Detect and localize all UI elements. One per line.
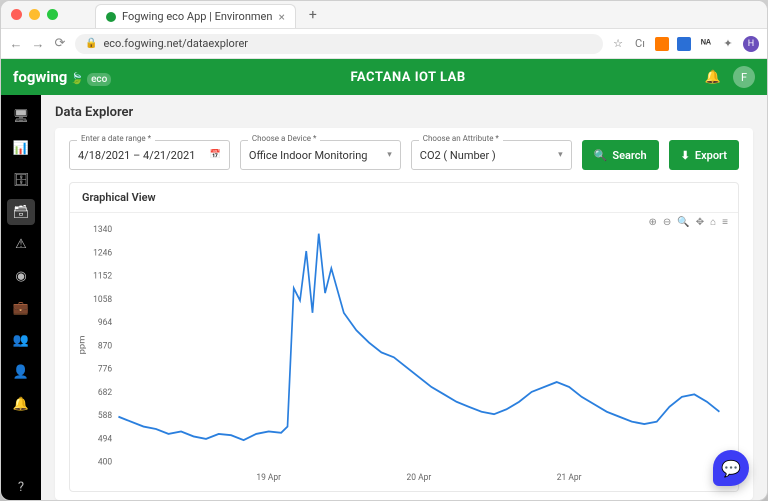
svg-text:1058: 1058 [93, 295, 112, 306]
sidebar-item-help[interactable]: ? [7, 474, 35, 500]
chart-tool-menu-icon[interactable]: ≡ [722, 217, 728, 228]
attribute-label: Choose an Attribute * [419, 134, 503, 143]
device-field[interactable]: Choose a Device * Office Indoor Monitori… [240, 140, 401, 170]
chart-tool-plus-icon[interactable]: ⊕ [648, 217, 656, 228]
tab-title: Fogwing eco App | Environmen [122, 10, 272, 23]
minimize-window-button[interactable] [29, 9, 40, 20]
sidebar-item-alerts[interactable]: ⚠ [7, 231, 35, 257]
forward-button[interactable]: → [31, 36, 45, 52]
device-label: Choose a Device * [248, 134, 321, 143]
extension-orange-icon[interactable] [655, 37, 669, 51]
device-value: Office Indoor Monitoring [249, 149, 368, 162]
chart-toolbar: ⊕ ⊖ 🔍 ✥ ⌂ ≡ [648, 217, 728, 228]
svg-text:1340: 1340 [93, 225, 112, 236]
svg-text:1246: 1246 [93, 248, 112, 259]
browser-tab[interactable]: Fogwing eco App | Environmen × [95, 4, 296, 28]
svg-text:494: 494 [98, 434, 112, 445]
search-button[interactable]: 🔍 Search [582, 140, 659, 170]
window-titlebar: Fogwing eco App | Environmen × + [1, 1, 767, 29]
extension-ci-icon[interactable]: Cı [633, 37, 647, 51]
logo-eco: eco [87, 73, 111, 86]
svg-text:ppm: ppm [78, 335, 87, 354]
profile-avatar[interactable]: H [743, 36, 759, 52]
svg-text:776: 776 [98, 364, 112, 375]
page-title: Data Explorer [55, 105, 753, 120]
sidebar-item-devices[interactable]: 🗄 [7, 167, 35, 193]
user-avatar[interactable]: F [733, 66, 755, 88]
svg-text:870: 870 [98, 341, 112, 352]
sidebar: 🖥 📊 🗄 🗃 ⚠ ◉ 💼 👥 👤 🔔 ? [1, 95, 41, 500]
extension-na-icon[interactable]: ᴺᴬ [699, 37, 713, 51]
app-header: fogwing 🍃 eco FACTANA IOT LAB 🔔 F [1, 59, 767, 95]
extensions-area: ☆ Cı ᴺᴬ ✦ H [611, 36, 759, 52]
chat-icon: 💬 [721, 459, 741, 478]
app-logo[interactable]: fogwing 🍃 eco [13, 68, 111, 86]
chevron-down-icon[interactable]: ▾ [558, 150, 563, 160]
date-range-field[interactable]: Enter a date range * 4/18/2021 – 4/21/20… [69, 140, 230, 170]
sidebar-item-account[interactable]: 👤 [7, 359, 35, 385]
search-icon: 🔍 [594, 149, 608, 162]
svg-text:400: 400 [98, 457, 112, 468]
star-icon[interactable]: ☆ [611, 37, 625, 51]
panel: Enter a date range * 4/18/2021 – 4/21/20… [55, 128, 753, 500]
chevron-down-icon[interactable]: ▾ [387, 150, 392, 160]
extension-blue-icon[interactable] [677, 37, 691, 51]
svg-text:21 Apr: 21 Apr [557, 473, 582, 484]
filter-bar: Enter a date range * 4/18/2021 – 4/21/20… [69, 140, 739, 170]
notifications-icon[interactable]: 🔔 [705, 70, 721, 85]
svg-text:20 Apr: 20 Apr [407, 473, 432, 484]
svg-text:1152: 1152 [93, 271, 112, 282]
maximize-window-button[interactable] [47, 9, 58, 20]
chart-tool-minus-icon[interactable]: ⊖ [663, 217, 671, 228]
date-range-value: 4/18/2021 – 4/21/2021 [78, 149, 195, 162]
close-window-button[interactable] [11, 9, 22, 20]
svg-text:682: 682 [98, 388, 112, 399]
chart-svg: 400 494 588 682 776 870 964 1058 1152 1246 1340 ppm… [74, 217, 730, 487]
close-tab-icon[interactable]: × [278, 10, 284, 24]
export-button[interactable]: ⬇ Export [669, 140, 739, 170]
chart-card: Graphical View ⊕ ⊖ 🔍 ✥ ⌂ ≡ 400 494 588 682 7… [69, 182, 739, 492]
address-bar[interactable]: 🔒 eco.fogwing.net/dataexplorer [75, 34, 603, 54]
reload-button[interactable]: ⟳ [53, 36, 67, 51]
leaf-icon: 🍃 [70, 72, 84, 85]
svg-text:19 Apr: 19 Apr [256, 473, 281, 484]
sidebar-item-data-explorer[interactable]: 🗃 [7, 199, 35, 225]
download-icon: ⬇ [681, 149, 690, 162]
calendar-icon[interactable]: 📅 [210, 150, 221, 160]
svg-text:588: 588 [98, 411, 112, 422]
sidebar-item-dashboard[interactable]: 🖥 [7, 103, 35, 129]
new-tab-button[interactable]: + [309, 7, 317, 23]
chart-tool-pan-icon[interactable]: ✥ [696, 217, 704, 228]
tab-favicon [106, 12, 116, 22]
chart-title: Graphical View [70, 183, 738, 213]
attribute-value: CO2 ( Number ) [420, 149, 496, 162]
back-button[interactable]: ← [9, 36, 23, 52]
date-range-label: Enter a date range * [77, 134, 155, 143]
sidebar-item-notifications[interactable]: 🔔 [7, 391, 35, 417]
chart-body: ⊕ ⊖ 🔍 ✥ ⌂ ≡ 400 494 588 682 776 870 964 1058 115… [70, 213, 738, 491]
svg-text:964: 964 [98, 318, 112, 329]
attribute-field[interactable]: Choose an Attribute * CO2 ( Number ) ▾ [411, 140, 572, 170]
main-content: Data Explorer Enter a date range * 4/18/… [41, 95, 767, 500]
sidebar-item-assets[interactable]: 💼 [7, 295, 35, 321]
sidebar-item-analytics[interactable]: 📊 [7, 135, 35, 161]
org-title: FACTANA IOT LAB [111, 70, 704, 85]
chart-tool-home-icon[interactable]: ⌂ [710, 217, 716, 228]
chart-tool-zoom-icon[interactable]: 🔍 [677, 217, 689, 228]
search-button-label: Search [612, 149, 646, 162]
lock-icon: 🔒 [85, 38, 97, 49]
url-text: eco.fogwing.net/dataexplorer [103, 37, 248, 50]
extensions-menu-icon[interactable]: ✦ [721, 37, 735, 51]
chat-fab[interactable]: 💬 [713, 450, 749, 486]
export-button-label: Export [695, 149, 727, 162]
sidebar-item-users[interactable]: 👥 [7, 327, 35, 353]
logo-text: fogwing [13, 68, 67, 86]
browser-toolbar: ← → ⟳ 🔒 eco.fogwing.net/dataexplorer ☆ C… [1, 29, 767, 59]
sidebar-item-network[interactable]: ◉ [7, 263, 35, 289]
